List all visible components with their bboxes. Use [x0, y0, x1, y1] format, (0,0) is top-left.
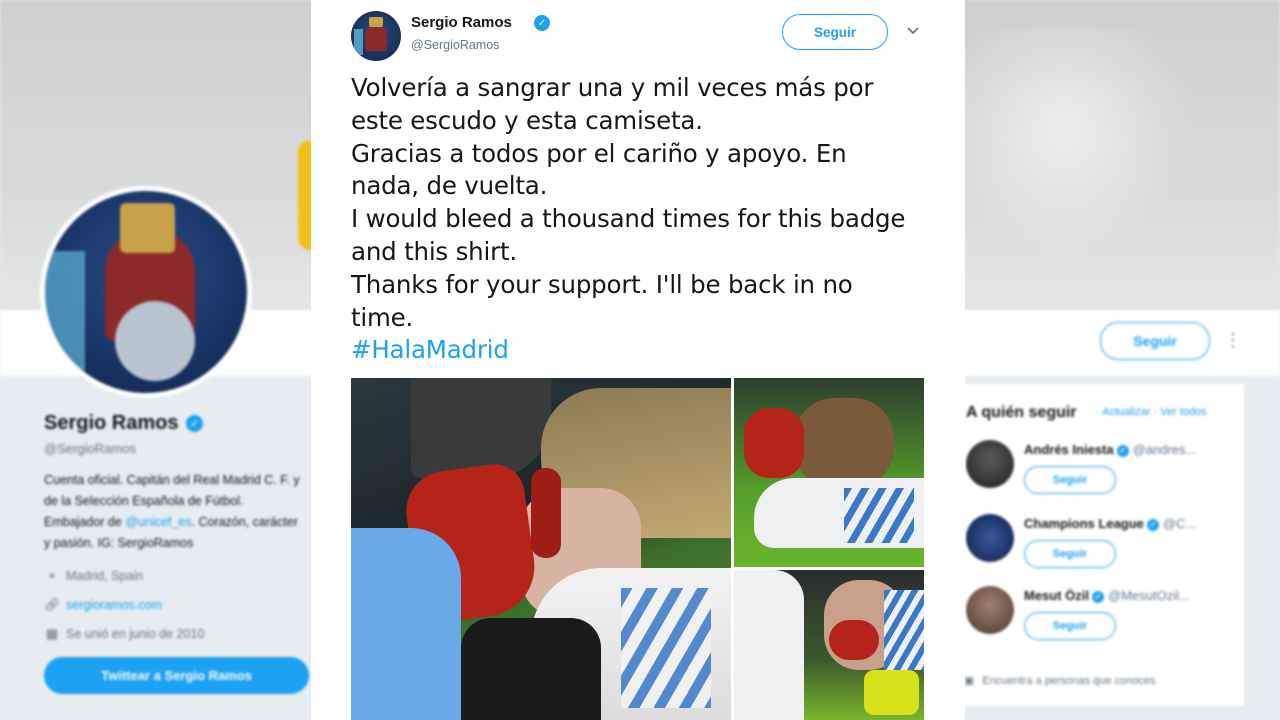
profile-follow-button[interactable]: Seguir	[1100, 322, 1210, 360]
suggestion-name-row[interactable]: Mesut Özil ✓ @MesutOzil...	[1024, 588, 1190, 603]
profile-website[interactable]: 🔗︎ sergioramos.com	[44, 597, 162, 613]
who-to-follow-links[interactable]: · Actualizar · Ver todos	[1096, 406, 1207, 418]
hashtag-link[interactable]: #HalaMadrid	[351, 334, 941, 367]
location-pin-icon: ⌖	[48, 568, 56, 583]
suggestion-name[interactable]: Champions League	[1024, 516, 1144, 531]
tweet-text-line: time.	[351, 302, 414, 332]
avatar[interactable]	[966, 440, 1014, 488]
profile-joined: ▦ Se unió en junio de 2010	[44, 626, 204, 642]
suggestion-follow-button[interactable]: Seguir	[1024, 612, 1116, 640]
verified-badge-icon: ✓	[186, 415, 203, 432]
suggestion-handle: @C...	[1162, 516, 1197, 531]
suggestion-handle: @MesutOzil...	[1108, 588, 1190, 603]
suggestion-item[interactable]: Andrés Iniesta ✓ @andres... Seguir	[964, 440, 1244, 510]
tweet-photo-top-right[interactable]	[734, 378, 924, 567]
suggestion-handle: @andres...	[1132, 442, 1197, 457]
tweet-photo-main[interactable]	[351, 378, 731, 720]
profile-avatar[interactable]	[40, 186, 252, 398]
bio-mention-link[interactable]: @unicef_es	[125, 515, 191, 529]
chevron-down-icon-svg	[907, 27, 919, 35]
suggestion-follow-button[interactable]: Seguir	[1024, 466, 1116, 494]
tweet-author-name[interactable]: Sergio Ramos	[411, 14, 512, 31]
tweet-author-avatar[interactable]	[351, 11, 401, 61]
suggestion-name-row[interactable]: Andrés Iniesta ✓ @andres...	[1024, 442, 1196, 457]
verified-badge-icon: ✓	[534, 15, 550, 31]
who-to-follow-title: A quién seguir	[966, 404, 1077, 421]
suggestion-name[interactable]: Mesut Özil	[1024, 588, 1089, 603]
calendar-icon: ▦	[45, 626, 59, 641]
who-to-follow-panel: A quién seguir · Actualizar · Ver todos …	[964, 384, 1244, 706]
verified-badge-icon: ✓	[1146, 518, 1159, 531]
location-text: Madrid, Spain	[66, 569, 144, 583]
profile-name: Sergio Ramos	[44, 412, 179, 434]
chevron-down-icon[interactable]	[907, 22, 919, 38]
tweet-text-line: este escudo y esta camiseta.	[351, 105, 703, 135]
verified-badge-icon: ✓	[1092, 590, 1105, 603]
tweet-card: Sergio Ramos ✓ @SergioRamos Seguir Volve…	[311, 0, 965, 720]
suggestion-name-row[interactable]: Champions League ✓ @C...	[1024, 516, 1196, 531]
find-people-text[interactable]: Encuentra a personas que conoces	[982, 675, 1155, 687]
link-icon: 🔗︎	[44, 597, 61, 612]
profile-location: ⌖ Madrid, Spain	[44, 568, 143, 584]
verified-badge-icon: ✓	[1116, 444, 1129, 457]
tweet-text: Volvería a sangrar una y mil veces más p…	[351, 72, 941, 367]
suggestion-follow-button[interactable]: Seguir	[1024, 540, 1116, 568]
suggestion-name[interactable]: Andrés Iniesta	[1024, 442, 1114, 457]
tweet-author-handle[interactable]: @SergioRamos	[411, 38, 499, 52]
avatar[interactable]	[966, 514, 1014, 562]
tweet-text-line: and this shirt.	[351, 236, 517, 266]
follow-button[interactable]: Seguir	[782, 14, 888, 50]
contacts-icon: ▣	[964, 675, 975, 687]
more-options-icon[interactable]: ⋮	[1224, 330, 1242, 351]
joined-text: Se unió en junio de 2010	[66, 627, 205, 641]
profile-handle[interactable]: @SergioRamos	[44, 441, 136, 456]
find-people-link[interactable]: ▣ Encuentra a personas que conoces	[964, 674, 1155, 688]
tweet-photo-bottom-right[interactable]	[734, 570, 924, 720]
tweet-text-line: Gracias a todos por el cariño y apoyo. E…	[351, 138, 847, 168]
suggestion-item[interactable]: Champions League ✓ @C... Seguir	[964, 514, 1244, 584]
website-link[interactable]: sergioramos.com	[66, 598, 162, 612]
tweet-to-button[interactable]: Twittear a Sergio Ramos	[44, 657, 309, 694]
tweet-text-line: I would bleed a thousand times for this …	[351, 204, 906, 234]
profile-bio: Cuenta oficial. Capitán del Real Madrid …	[44, 470, 306, 554]
tweet-text-line: Thanks for your support. I'll be back in…	[351, 269, 853, 299]
tweet-text-line: Volvería a sangrar una y mil veces más p…	[351, 73, 874, 102]
suggestion-item[interactable]: Mesut Özil ✓ @MesutOzil... Seguir	[964, 586, 1244, 656]
avatar[interactable]	[966, 586, 1014, 634]
tweet-text-line: nada, de vuelta.	[351, 171, 548, 201]
